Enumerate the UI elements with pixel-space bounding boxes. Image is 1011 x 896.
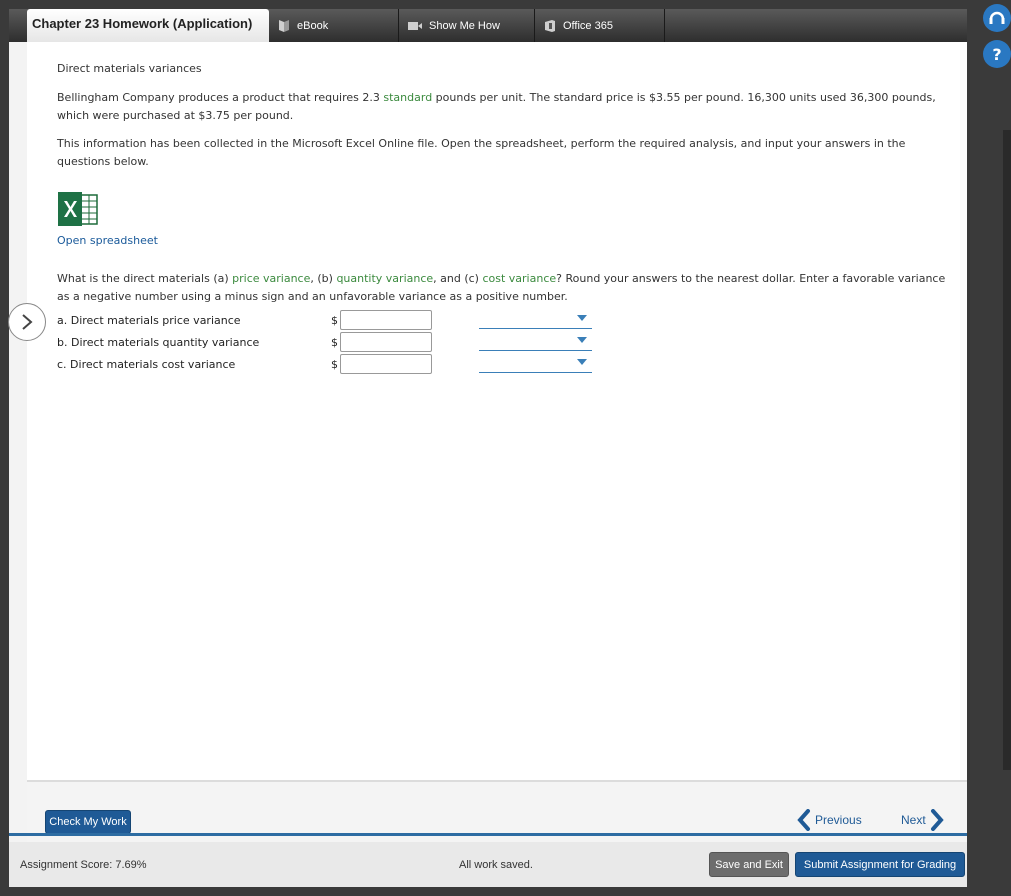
- video-icon: [408, 21, 422, 30]
- cost-variance-input[interactable]: [340, 354, 432, 374]
- scrollbar[interactable]: [1003, 130, 1011, 770]
- tab-bar-filler: [665, 9, 967, 42]
- question-fragment: , and (c): [433, 272, 483, 285]
- submit-assignment-button[interactable]: Submit Assignment for Grading: [795, 852, 965, 877]
- next-label: Next: [901, 813, 926, 827]
- save-and-exit-button[interactable]: Save and Exit: [709, 852, 789, 877]
- excel-icon[interactable]: [57, 191, 99, 227]
- assignment-frame: Chapter 23 Homework (Application) eBook …: [9, 9, 967, 887]
- chevron-down-icon: [577, 359, 587, 365]
- problem-text: Bellingham Company produces a product th…: [57, 91, 384, 104]
- check-my-work-button[interactable]: Check My Work: [45, 810, 131, 834]
- currency-symbol: $: [331, 358, 338, 371]
- assignment-score: Assignment Score: 7.69%: [20, 859, 147, 871]
- previous-button[interactable]: Previous: [797, 808, 862, 832]
- cost-variance-label: c. Direct materials cost variance: [57, 358, 236, 371]
- chevron-right-icon: [22, 314, 33, 330]
- question-text: What is the direct materials (a) price v…: [57, 270, 952, 306]
- next-button[interactable]: Next: [901, 808, 944, 832]
- open-spreadsheet-link[interactable]: Open spreadsheet: [57, 234, 158, 247]
- standard-term-link[interactable]: standard: [383, 91, 432, 104]
- quantity-variance-label: b. Direct materials quantity variance: [57, 336, 260, 349]
- expand-panel-button[interactable]: [8, 303, 46, 341]
- tab-ebook[interactable]: eBook: [269, 9, 399, 42]
- tab-show-me-how[interactable]: Show Me How: [399, 9, 535, 42]
- quantity-variance-select[interactable]: [479, 331, 592, 351]
- chevron-down-icon: [577, 315, 587, 321]
- currency-symbol: $: [331, 314, 338, 327]
- quantity-variance-link[interactable]: quantity variance: [336, 272, 433, 285]
- top-tab-bar: Chapter 23 Homework (Application) eBook …: [9, 9, 967, 42]
- question-fragment: , (b): [310, 272, 337, 285]
- chapter-title: Chapter 23 Homework (Application): [27, 9, 269, 42]
- problem-title: Direct materials variances: [57, 62, 202, 75]
- quantity-variance-input[interactable]: [340, 332, 432, 352]
- right-tool-strip: ?: [975, 0, 1011, 896]
- price-variance-input[interactable]: [340, 310, 432, 330]
- currency-symbol: $: [331, 336, 338, 349]
- divider: [9, 833, 967, 836]
- tab-office-365[interactable]: Office 365: [535, 9, 665, 42]
- chevron-down-icon: [577, 337, 587, 343]
- office-icon: [545, 19, 555, 32]
- tab-ebook-label: eBook: [297, 19, 329, 32]
- headset-support-icon[interactable]: [983, 4, 1011, 32]
- question-fragment: What is the direct materials (a): [57, 272, 233, 285]
- problem-statement: Bellingham Company produces a product th…: [57, 89, 937, 125]
- tab-show-me-how-label: Show Me How: [429, 19, 500, 32]
- save-status: All work saved.: [459, 859, 533, 871]
- footer-bar: Assignment Score: 7.69% All work saved. …: [9, 842, 967, 887]
- price-variance-select[interactable]: [479, 309, 592, 329]
- chevron-right-icon: [930, 809, 944, 831]
- cost-variance-link[interactable]: cost variance: [482, 272, 556, 285]
- book-icon: [279, 19, 289, 32]
- headset-icon: [989, 11, 1005, 24]
- question-content: Direct materials variances Bellingham Co…: [27, 42, 967, 780]
- cost-variance-select[interactable]: [479, 353, 592, 373]
- previous-label: Previous: [815, 813, 862, 827]
- info-statement: This information has been collected in t…: [57, 137, 906, 168]
- help-icon[interactable]: ?: [983, 40, 1011, 68]
- chevron-left-icon: [797, 809, 810, 831]
- tab-office-365-label: Office 365: [563, 19, 613, 32]
- price-variance-label: a. Direct materials price variance: [57, 314, 241, 327]
- price-variance-link[interactable]: price variance: [232, 272, 310, 285]
